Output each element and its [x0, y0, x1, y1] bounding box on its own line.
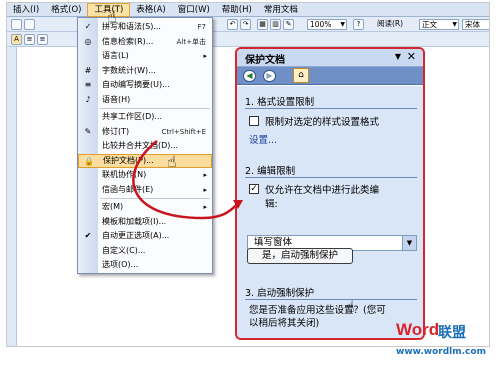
annotation-arrow — [132, 140, 243, 220]
hand-cursor-icon: ☝ — [107, 7, 117, 26]
screenshot-frame: 插入(I) 格式(O) 工具(T) 表格(A) 窗口(W) 帮助(H) 常用文档… — [0, 0, 500, 365]
word-window: 插入(I) 格式(O) 工具(T) 表格(A) 窗口(W) 帮助(H) 常用文档… — [6, 2, 490, 347]
site-logo: Word 联盟 — [396, 320, 484, 346]
site-url: www.wordlm.com — [396, 347, 486, 357]
logo-word: Word — [396, 320, 440, 339]
hand-cursor-icon: ☝ — [345, 297, 355, 316]
arrow-path — [132, 140, 240, 220]
hand-cursor-icon: ☝ — [167, 152, 177, 171]
logo-alliance: 联盟 — [438, 325, 466, 341]
